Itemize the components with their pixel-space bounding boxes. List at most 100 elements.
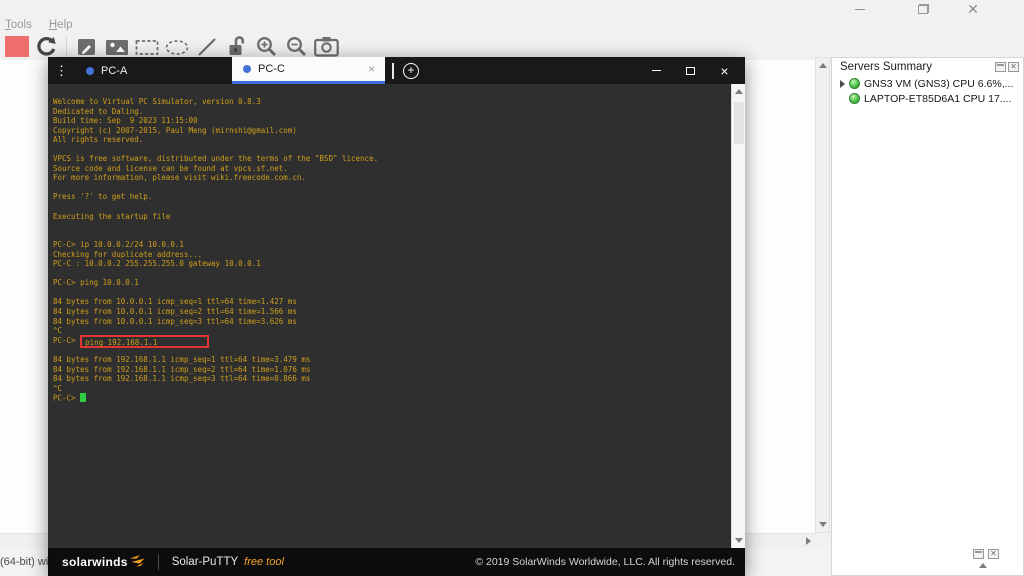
terminal-line [53,288,745,298]
servers-summary-header: Servers Summary ✕ [832,58,1023,76]
scroll-down-icon[interactable] [735,538,743,543]
terminal-scrollbar[interactable] [731,84,745,548]
maximize-icon [686,67,695,75]
server-row-laptop[interactable]: LAPTOP-ET85D6A1 CPU 17.... [832,91,1023,106]
tabbar-separator [392,63,394,79]
servers-summary-panel: Servers Summary ✕ GNS3 VM (GNS3) CPU 6.6… [831,57,1024,576]
terminal-line: Build time: Sep 9 2023 11:15:00 [53,116,745,126]
scroll-up-icon[interactable] [819,63,827,68]
scroll-down-icon[interactable] [819,522,827,527]
color-swatch-icon[interactable] [4,35,29,58]
gns3-menubar: Tools Help [0,17,1024,33]
panel-close-button[interactable]: ✕ [988,549,999,559]
minimize-icon [855,9,865,10]
server-row-gns3-vm[interactable]: GNS3 VM (GNS3) CPU 6.6%,... [832,76,1023,91]
tab-pc-a[interactable]: PC-A [75,57,232,84]
session-status-icon [243,65,251,73]
terminal-line: PC-C> ping 10.0.0.1 [53,278,745,288]
gns3-minimize-button[interactable] [845,2,875,16]
menu-tools[interactable]: Tools [5,19,32,31]
terminal-line: PC-C> ping 192.168.1.1 [53,336,745,346]
zoom-in-icon[interactable] [254,35,279,58]
insert-image-icon[interactable] [104,35,129,58]
terminal-line: Press '?' to get help. [53,192,745,202]
panel-float-button[interactable] [973,549,984,559]
terminal-output: Welcome to Virtual PC Simulator, version… [48,84,745,403]
solarwinds-logo: solarwinds [62,555,128,569]
tab-pc-c[interactable]: PC-C × [232,57,385,84]
solar-putty-window: ⋮ PC-A PC-C × + × Welcome to Virtual PC … [48,57,745,576]
terminal-line: VPCS is free software, distributed under… [53,154,745,164]
footer-divider [158,554,159,570]
draw-ellipse-icon[interactable] [164,35,189,58]
terminal-line: For more information, please visit wiki.… [53,173,745,183]
terminal-line: Executing the startup file [53,212,745,222]
gns3-restore-button[interactable] [908,2,938,16]
putty-maximize-button[interactable] [679,61,702,81]
terminal-line: PC-C> ip 10.0.0.2/24 10.0.0.1 [53,240,745,250]
tab-label: PC-A [101,65,127,77]
terminal-line [53,221,745,231]
tabbar-spacer [419,57,645,84]
toolbar-separator [66,37,67,57]
terminal-line: 84 bytes from 10.0.0.1 icmp_seq=3 ttl=64… [53,317,745,327]
terminal[interactable]: Welcome to Virtual PC Simulator, version… [48,84,745,548]
terminal-line: ^C [53,384,745,394]
gns3-toolbar [0,33,1024,60]
servers-summary-title: Servers Summary [840,61,993,73]
terminal-line: 84 bytes from 192.168.1.1 icmp_seq=1 ttl… [53,355,745,365]
terminal-line: 84 bytes from 192.168.1.1 icmp_seq=3 ttl… [53,374,745,384]
zoom-out-icon[interactable] [284,35,309,58]
putty-minimize-button[interactable] [645,61,668,81]
expand-arrow-icon[interactable] [840,80,845,88]
canvas-vertical-scrollbar[interactable] [815,57,830,533]
draw-rectangle-icon[interactable] [134,35,159,58]
screen: ✕ Tools Help [0,0,1024,576]
terminal-cursor [80,393,86,402]
tab-label: PC-C [258,63,285,75]
tab-close-icon[interactable]: × [368,64,375,74]
draw-line-icon[interactable] [194,35,219,58]
menu-help[interactable]: Help [49,19,73,31]
scroll-up-icon[interactable] [735,89,743,94]
terminal-line: Checking for duplicate address... [53,250,745,260]
gns3-titlebar: ✕ [0,0,1024,17]
server-status-icon [849,78,860,89]
putty-close-button[interactable]: × [713,61,736,81]
terminal-line: Dedicated to Daling. [53,107,745,117]
server-label: LAPTOP-ET85D6A1 CPU 17.... [864,93,1011,105]
putty-tabbar: ⋮ PC-A PC-C × + × [48,57,745,84]
new-tab-button[interactable]: + [403,63,419,79]
add-note-icon[interactable] [74,35,99,58]
red-swatch [5,36,29,57]
session-status-icon [86,67,94,75]
refresh-icon[interactable] [34,35,59,58]
panel-close-button[interactable]: ✕ [1008,62,1019,72]
terminal-line: Source code and license can be found at … [53,164,745,174]
product-name: Solar-PuTTY [172,556,238,568]
screenshot-icon[interactable] [314,35,339,58]
putty-footer: solarwinds Solar-PuTTY free tool © 2019 … [48,548,745,576]
scroll-right-icon[interactable] [806,537,811,545]
terminal-line [53,269,745,279]
terminal-line [53,183,745,193]
kebab-menu-icon[interactable]: ⋮ [48,57,75,84]
terminal-line: All rights reserved. [53,135,745,145]
server-label: GNS3 VM (GNS3) CPU 6.6%,... [864,78,1013,90]
minimize-icon [652,70,661,72]
solarwinds-mark-icon [130,554,145,567]
server-status-icon [849,93,860,104]
putty-window-controls: × [645,57,745,84]
highlight-annotation-box: ping 192.168.1.1 [80,335,209,348]
terminal-line: PC-C : 10.0.0.2 255.255.255.0 gateway 10… [53,259,745,269]
unlock-icon[interactable] [224,35,249,58]
terminal-line [53,145,745,155]
panel-float-button[interactable] [995,62,1006,72]
terminal-line: 84 bytes from 192.168.1.1 icmp_seq=2 ttl… [53,365,745,375]
gns3-close-button[interactable]: ✕ [958,2,988,16]
bottom-dock-buttons: ✕ [971,549,999,559]
terminal-line [53,202,745,212]
terminal-line: PC-C> [53,393,745,403]
scroll-up-icon[interactable] [979,563,987,568]
scrollbar-thumb[interactable] [734,102,744,144]
